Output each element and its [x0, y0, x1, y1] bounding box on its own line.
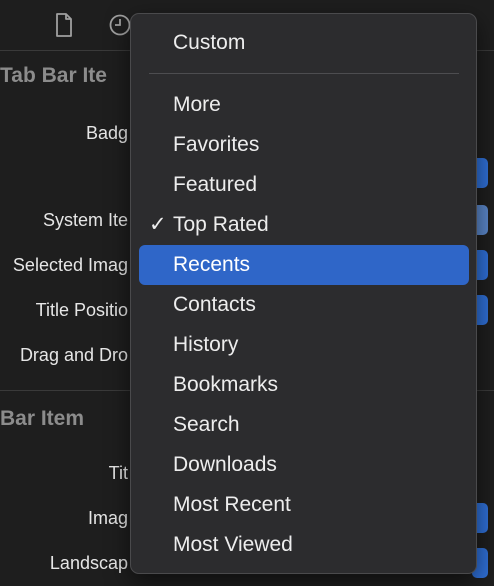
menu-item-most-recent[interactable]: Most Recent: [139, 485, 469, 525]
menu-item-favorites[interactable]: Favorites: [139, 125, 469, 165]
menu-item-label: Custom: [173, 31, 246, 54]
menu-item-label: Recents: [173, 253, 251, 276]
file-inspector-icon[interactable]: [52, 12, 76, 38]
landscape-label: Landscap: [49, 553, 128, 573]
menu-item-recents[interactable]: Recents: [139, 245, 469, 285]
menu-item-label: Favorites: [173, 133, 260, 156]
history-inspector-icon[interactable]: [108, 12, 132, 38]
menu-item-bookmarks[interactable]: Bookmarks: [139, 365, 469, 405]
title-label: Tit: [108, 463, 128, 483]
menu-item-most-viewed[interactable]: Most Viewed: [139, 525, 469, 565]
menu-item-top-rated[interactable]: ✓ Top Rated: [139, 205, 469, 245]
menu-item-featured[interactable]: Featured: [139, 165, 469, 205]
title-position-label: Title Positio: [35, 300, 128, 320]
menu-item-more[interactable]: More: [139, 85, 469, 125]
section-title-tab-bar-item: Tab Bar Ite: [0, 64, 107, 87]
image-label: Imag: [87, 508, 128, 528]
menu-item-label: Bookmarks: [173, 373, 279, 396]
menu-item-label: Most Viewed: [173, 533, 293, 556]
drag-drop-label: Drag and Dro: [19, 345, 128, 365]
menu-item-label: History: [173, 333, 239, 356]
menu-item-label: More: [173, 93, 221, 116]
menu-separator: [149, 73, 459, 74]
menu-item-label: Downloads: [173, 453, 277, 476]
menu-item-label: Top Rated: [173, 213, 269, 236]
menu-item-downloads[interactable]: Downloads: [139, 445, 469, 485]
badge-label: Badg: [85, 123, 128, 143]
system-item-label: System Ite: [42, 210, 128, 230]
menu-item-label: Most Recent: [173, 493, 291, 516]
selected-image-label: Selected Imag: [12, 255, 128, 275]
menu-item-label: Featured: [173, 173, 258, 196]
menu-item-label: Search: [173, 413, 240, 436]
checkmark-icon: ✓: [149, 213, 167, 236]
menu-item-label: Contacts: [173, 293, 256, 316]
menu-item-contacts[interactable]: Contacts: [139, 285, 469, 325]
menu-item-search[interactable]: Search: [139, 405, 469, 445]
system-item-popup-menu: Custom More Favorites Featured ✓ Top Rat…: [130, 13, 477, 574]
menu-item-history[interactable]: History: [139, 325, 469, 365]
section-title-bar-item: Bar Item: [0, 407, 85, 430]
menu-item-custom[interactable]: Custom: [139, 23, 469, 63]
